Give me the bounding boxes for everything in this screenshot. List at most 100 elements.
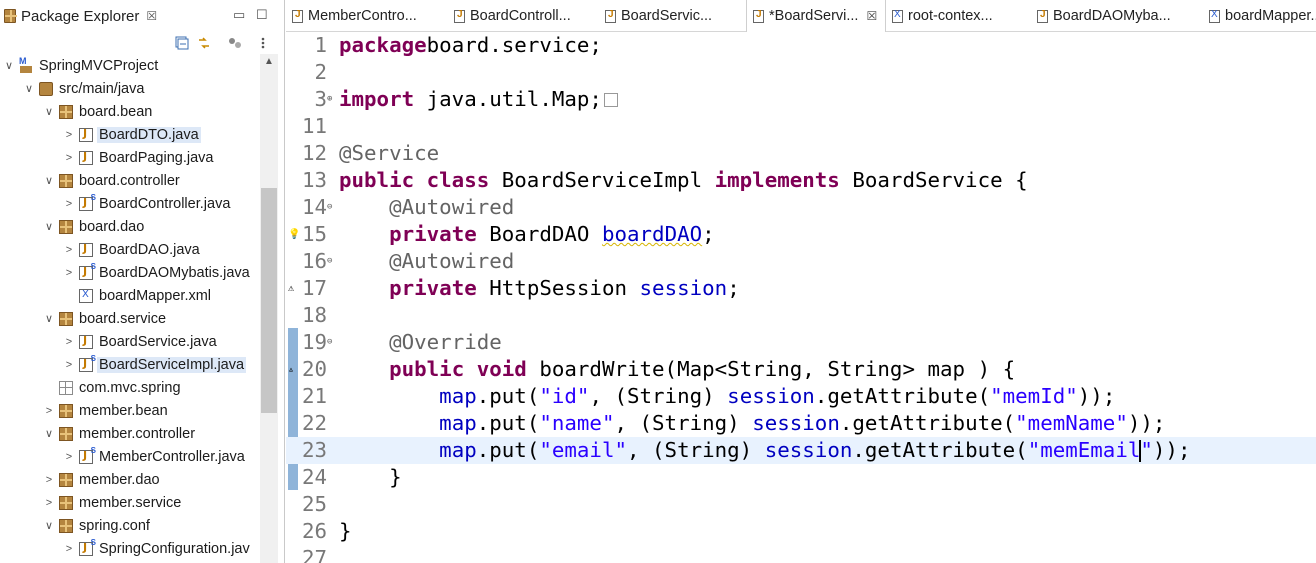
code-line[interactable]: 3 ⊕ import java.util.Map; — [286, 86, 1316, 113]
tree-item[interactable]: ∨ board.controller — [0, 169, 260, 192]
tree-item[interactable]: boardMapper.xml — [0, 284, 260, 307]
chevron-right-icon[interactable]: > — [62, 542, 76, 556]
code-line[interactable]: 25 — [286, 491, 1316, 518]
code-token: .getAttribute( — [814, 384, 991, 408]
code-line[interactable]: 27 — [286, 545, 1316, 563]
line-number: 26 — [301, 519, 327, 543]
folded-code-icon[interactable] — [603, 93, 618, 107]
code-line[interactable]: 16 ⊖ @Autowired — [286, 248, 1316, 275]
collapse-fold-icon[interactable]: ⊖ — [327, 194, 337, 221]
close-icon[interactable]: ☒ — [866, 9, 877, 23]
tree-item[interactable]: ∨ board.bean — [0, 100, 260, 123]
code-line[interactable]: 2 — [286, 59, 1316, 86]
code-line[interactable]: 17 ⚠ private HttpSession session; — [286, 275, 1316, 302]
tree-item[interactable]: com.mvc.spring — [0, 376, 260, 399]
tree-item[interactable]: > member.service — [0, 491, 260, 514]
chevron-right-icon[interactable]: > — [62, 128, 76, 142]
chevron-down-icon[interactable]: ∨ — [42, 312, 56, 326]
code-line[interactable]: 26} — [286, 518, 1316, 545]
code-line[interactable]: 14 ⊖ @Autowired — [286, 194, 1316, 221]
scroll-up-icon[interactable]: ▲ — [260, 56, 278, 67]
code-line[interactable]: 21 map.put("id", (String) session.getAtt… — [286, 383, 1316, 410]
editor-tab[interactable]: root-contex... — [886, 0, 1029, 32]
tree-item[interactable]: ∨ spring.conf — [0, 514, 260, 537]
tree-scrollbar[interactable]: ▲ — [260, 54, 278, 563]
chevron-right-icon[interactable]: > — [42, 404, 56, 418]
close-icon[interactable]: ☒ — [146, 9, 157, 23]
editor-tab[interactable]: BoardServic... — [599, 0, 744, 32]
chevron-right-icon[interactable]: > — [42, 496, 56, 510]
code-line[interactable]: 20 ▵ public void boardWrite(Map<String, S… — [286, 356, 1316, 383]
quick-fix-icon[interactable]: 💡 — [288, 221, 300, 248]
package-explorer-tab[interactable]: Package Explorer ☒ — [0, 0, 164, 32]
maximize-icon[interactable]: ☐ — [256, 7, 268, 23]
tree-item[interactable]: > MemberController.java — [0, 445, 260, 468]
code-line[interactable]: 15 💡 private BoardDAO boardDAO; — [286, 221, 1316, 248]
editor-tab[interactable]: *BoardServi... ☒ — [746, 0, 886, 32]
tree-item[interactable]: > BoardDAO.java — [0, 238, 260, 261]
tree-item[interactable]: ∨ SpringMVCProject — [0, 54, 260, 77]
code-line[interactable]: 22 map.put("name", (String) session.getA… — [286, 410, 1316, 437]
override-marker-icon[interactable]: ▵ — [288, 356, 294, 383]
link-with-editor-icon[interactable] — [197, 36, 211, 50]
tree-item[interactable]: > BoardController.java — [0, 192, 260, 215]
code-line[interactable]: 19 ⊖ @Override — [286, 329, 1316, 356]
tree-item[interactable]: > member.bean — [0, 399, 260, 422]
tree-item[interactable]: ∨ member.controller — [0, 422, 260, 445]
tree-item[interactable]: > BoardDAOMybatis.java — [0, 261, 260, 284]
code-line[interactable]: 1 packageboard.service; — [286, 32, 1316, 59]
collapse-all-icon[interactable] — [175, 36, 189, 50]
chevron-right-icon[interactable]: > — [62, 197, 76, 211]
chevron-right-icon[interactable]: > — [62, 266, 76, 280]
code-line[interactable]: 24 } — [286, 464, 1316, 491]
collapse-fold-icon[interactable]: ⊖ — [327, 248, 337, 275]
chevron-down-icon[interactable]: ∨ — [42, 519, 56, 533]
tree-item[interactable]: > BoardServiceImpl.java — [0, 353, 260, 376]
tree-item-label: member.bean — [79, 402, 168, 419]
scrollbar-thumb[interactable] — [261, 188, 277, 413]
chevron-down-icon[interactable]: ∨ — [2, 59, 16, 73]
expand-fold-icon[interactable]: ⊕ — [327, 86, 337, 113]
code-line[interactable]: 11 — [286, 113, 1316, 140]
code-line[interactable]: 13 public class BoardServiceImpl implemen… — [286, 167, 1316, 194]
editor-tab[interactable]: BoardControll... — [448, 0, 598, 32]
chevron-right-icon[interactable]: > — [62, 243, 76, 257]
code-editor[interactable]: 1 packageboard.service; 2 3 ⊕ import java.uti… — [286, 32, 1316, 563]
tree-item[interactable]: > member.dao — [0, 468, 260, 491]
code-line[interactable]: 12 @Service — [286, 140, 1316, 167]
tree-item[interactable]: > BoardDTO.java — [0, 123, 260, 146]
chevron-right-icon[interactable]: > — [62, 358, 76, 372]
editor-area: MemberContro... BoardControll... BoardServ… — [286, 0, 1316, 563]
editor-tab[interactable]: MemberContro... — [286, 0, 446, 32]
chevron-right-icon[interactable]: > — [42, 473, 56, 487]
tree-item[interactable]: > SpringConfiguration.jav — [0, 537, 260, 560]
warning-icon[interactable]: ⚠ — [288, 275, 294, 302]
chevron-right-icon[interactable]: > — [62, 450, 76, 464]
code-line[interactable]: 23 map.put("email", (String) session.get… — [286, 437, 1316, 464]
chevron-down-icon[interactable]: ∨ — [42, 220, 56, 234]
view-menu-icon[interactable] — [256, 36, 270, 50]
tree-item[interactable]: ∨ board.dao — [0, 215, 260, 238]
tree-item[interactable]: > BoardPaging.java — [0, 146, 260, 169]
package-icon — [59, 472, 73, 487]
java-file-icon — [605, 9, 616, 23]
package-explorer-title: Package Explorer — [21, 7, 140, 25]
code-token: private — [389, 276, 477, 300]
collapse-fold-icon[interactable]: ⊖ — [327, 329, 337, 356]
chevron-right-icon[interactable]: > — [62, 151, 76, 165]
editor-tab[interactable]: boardMapper... — [1203, 0, 1316, 32]
chevron-down-icon[interactable]: ∨ — [42, 174, 56, 188]
editor-tab[interactable]: BoardDAOMyba... — [1031, 0, 1201, 32]
chevron-right-icon[interactable]: > — [62, 335, 76, 349]
tree-item[interactable]: ∨ src/main/java — [0, 77, 260, 100]
chevron-down-icon[interactable]: ∨ — [42, 105, 56, 119]
minimize-icon[interactable]: ▭ — [233, 7, 245, 23]
tree-item[interactable]: ∨ board.service — [0, 307, 260, 330]
filter-icon[interactable] — [228, 36, 242, 50]
tree-item[interactable]: > BoardService.java — [0, 330, 260, 353]
code-token: session — [752, 411, 840, 435]
chevron-down-icon[interactable]: ∨ — [22, 82, 36, 96]
chevron-down-icon[interactable]: ∨ — [42, 427, 56, 441]
code-line[interactable]: 18 — [286, 302, 1316, 329]
